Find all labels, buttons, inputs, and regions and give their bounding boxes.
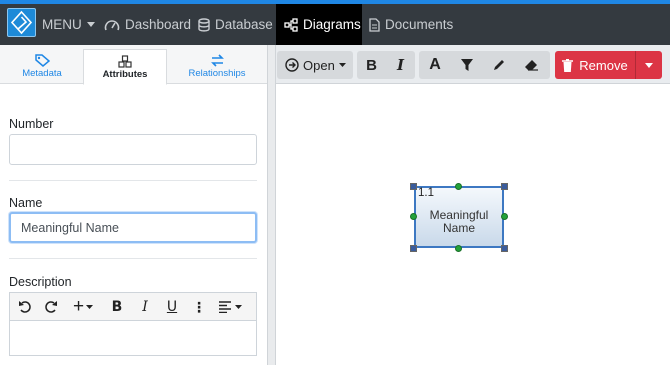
editor-toolbar: + B I U ⋮ xyxy=(10,293,256,321)
pencil-icon xyxy=(494,60,504,70)
connection-handle-s[interactable] xyxy=(455,245,462,252)
tab-relationships[interactable]: Relationships xyxy=(172,49,262,84)
tab-attributes-label: Attributes xyxy=(102,68,148,80)
nav-database[interactable]: Database xyxy=(198,4,273,45)
eraser-icon xyxy=(524,60,538,71)
tag-icon xyxy=(34,54,50,67)
connection-handle-w[interactable] xyxy=(410,213,417,220)
nav-documents[interactable]: Documents xyxy=(369,4,453,45)
remove-label: Remove xyxy=(579,57,628,73)
bold-button[interactable]: B xyxy=(108,297,126,317)
undo-button[interactable] xyxy=(15,297,35,317)
exchange-icon xyxy=(210,54,224,67)
caret-down-icon xyxy=(235,305,242,309)
resize-handle-ne[interactable] xyxy=(501,183,508,190)
field-separator xyxy=(9,258,257,259)
insert-button[interactable]: + xyxy=(68,296,98,317)
logo-diamond-icon xyxy=(10,10,33,35)
font-icon: A xyxy=(429,56,441,73)
underline-button[interactable]: U xyxy=(163,297,181,317)
open-button[interactable]: Open xyxy=(277,51,353,79)
redo-icon xyxy=(45,301,57,313)
tab-metadata-label: Metadata xyxy=(22,68,62,79)
filter-button[interactable] xyxy=(451,51,483,79)
italic-button[interactable]: I xyxy=(386,51,415,79)
underline-icon: U xyxy=(166,299,178,315)
filter-icon xyxy=(461,59,473,71)
nav-diagrams-label: Diagrams xyxy=(303,17,361,32)
app-logo[interactable] xyxy=(7,8,36,37)
connection-handle-n[interactable] xyxy=(455,183,462,190)
pencil-button[interactable] xyxy=(483,51,515,79)
properties-tabs: Metadata Attributes Relationships xyxy=(0,45,267,85)
align-button[interactable] xyxy=(215,297,245,317)
number-label: Number xyxy=(9,117,54,131)
bold-icon: B xyxy=(111,299,123,315)
diagram-icon xyxy=(284,17,298,32)
remove-dropdown-toggle[interactable] xyxy=(635,51,662,79)
plus-icon: + xyxy=(72,296,85,317)
cubes-icon xyxy=(117,54,132,68)
name-label: Name xyxy=(9,196,43,210)
resize-handle-se[interactable] xyxy=(501,245,508,252)
name-field[interactable]: Meaningful Name xyxy=(9,212,257,243)
nav-dashboard[interactable]: Dashboard xyxy=(104,4,191,45)
panel-splitter[interactable] xyxy=(267,45,276,365)
tab-relationships-label: Relationships xyxy=(188,68,246,79)
tab-attributes[interactable]: Attributes xyxy=(83,49,167,85)
caret-down-icon xyxy=(338,63,346,67)
description-label: Description xyxy=(9,275,72,289)
menu-label: MENU xyxy=(42,17,82,32)
connection-handle-e[interactable] xyxy=(501,213,508,220)
document-icon xyxy=(369,17,380,32)
description-editor: + B I U ⋮ xyxy=(9,292,257,356)
diagram-node[interactable]: 1.1 Meaningful Name xyxy=(414,186,504,248)
nav-dashboard-label: Dashboard xyxy=(125,17,192,32)
nav-database-label: Database xyxy=(215,17,273,32)
eraser-button[interactable] xyxy=(515,51,547,79)
italic-button[interactable]: I xyxy=(136,297,154,317)
tab-metadata[interactable]: Metadata xyxy=(4,49,80,84)
redo-button[interactable] xyxy=(41,297,61,317)
text-style-group: B I xyxy=(357,51,415,79)
open-label: Open xyxy=(303,57,335,73)
resize-handle-nw[interactable] xyxy=(410,183,417,190)
align-left-icon xyxy=(219,301,231,313)
resize-handle-sw[interactable] xyxy=(410,245,417,252)
nav-documents-label: Documents xyxy=(385,17,454,32)
italic-icon: I xyxy=(142,299,148,315)
more-button[interactable]: ⋮ xyxy=(191,297,207,317)
bold-icon: B xyxy=(366,56,377,74)
field-separator xyxy=(9,180,257,181)
arrow-circle-right-icon xyxy=(285,58,299,72)
caret-down-icon xyxy=(86,305,94,309)
italic-icon: I xyxy=(396,56,405,74)
menu-dropdown[interactable]: MENU xyxy=(42,4,95,45)
caret-down-icon xyxy=(645,62,653,68)
trash-icon xyxy=(562,58,574,72)
vertical-ellipsis-icon: ⋮ xyxy=(192,298,206,315)
gauge-icon xyxy=(104,19,120,30)
font-button[interactable]: A xyxy=(419,51,451,79)
bold-button[interactable]: B xyxy=(357,51,386,79)
database-icon xyxy=(198,17,210,32)
undo-icon xyxy=(19,301,31,313)
nav-diagrams[interactable]: Diagrams xyxy=(276,4,362,45)
number-field[interactable] xyxy=(9,134,257,165)
node-name: Meaningful Name xyxy=(416,209,502,235)
node-number: 1.1 xyxy=(418,187,434,199)
format-group: A xyxy=(419,51,550,79)
node-name-line: Name xyxy=(442,221,475,235)
caret-down-icon xyxy=(86,22,95,27)
remove-button[interactable]: Remove xyxy=(555,51,635,79)
